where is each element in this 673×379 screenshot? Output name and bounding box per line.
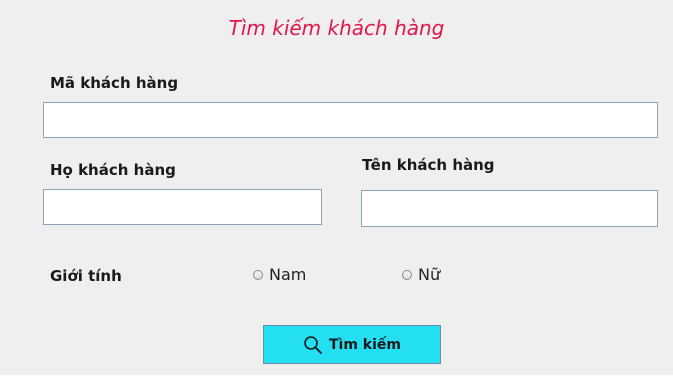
radio-unchecked-icon xyxy=(253,269,263,280)
gender-label: Giới tính xyxy=(50,267,122,285)
first-name-input[interactable] xyxy=(361,190,658,227)
last-name-label: Họ khách hàng xyxy=(50,161,176,179)
search-icon xyxy=(304,335,322,354)
first-name-label: Tên khách hàng xyxy=(362,156,495,174)
last-name-input[interactable] xyxy=(43,189,322,225)
radio-unchecked-icon xyxy=(402,269,412,280)
customer-id-label: Mã khách hàng xyxy=(50,74,179,92)
gender-radio-male[interactable]: Nam xyxy=(253,265,306,284)
search-button[interactable]: Tìm kiếm xyxy=(263,325,441,364)
gender-radio-female[interactable]: Nữ xyxy=(402,265,440,284)
form-title: Tìm kiếm khách hàng xyxy=(228,16,445,40)
customer-id-input[interactable] xyxy=(43,102,658,138)
gender-option-label: Nữ xyxy=(418,265,441,284)
search-button-label: Tìm kiếm xyxy=(328,336,401,353)
gender-option-label: Nam xyxy=(269,265,307,284)
search-customer-panel: Tìm kiếm khách hàng Mã khách hàng Họ khá… xyxy=(0,0,673,375)
